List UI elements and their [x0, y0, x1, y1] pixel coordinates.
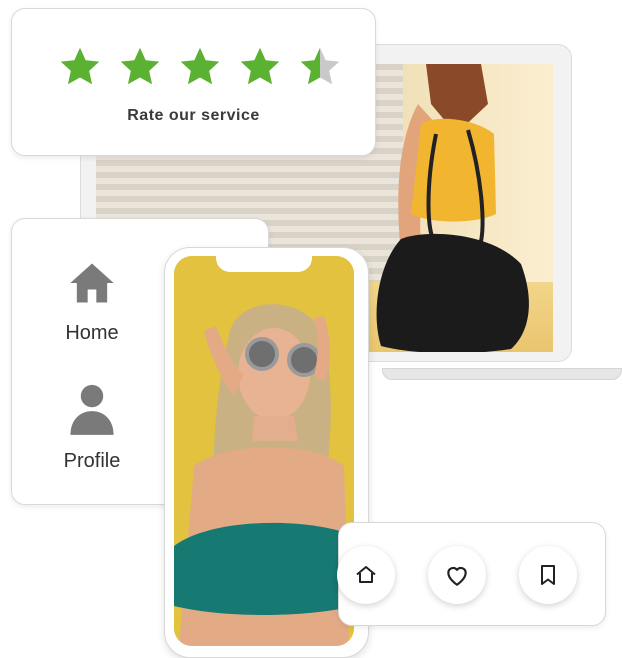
- bookmark-icon: [541, 565, 555, 585]
- woman-with-sunglasses-illustration: [174, 256, 354, 646]
- star-icon[interactable]: [178, 45, 222, 89]
- rating-card: Rate our service: [11, 8, 376, 156]
- home-icon: [70, 263, 114, 303]
- rating-label: Rate our service: [127, 107, 260, 124]
- star-icon[interactable]: [118, 45, 162, 89]
- nav-item-profile[interactable]: Profile: [12, 381, 172, 473]
- like-button[interactable]: [428, 546, 486, 604]
- laptop-base: [382, 368, 622, 380]
- profile-icon: [70, 384, 114, 435]
- phone-notch: [216, 250, 312, 272]
- nav-item-home[interactable]: Home: [12, 257, 172, 345]
- star-icon[interactable]: [238, 45, 282, 89]
- home-outline-icon: [356, 566, 376, 583]
- home-action-button[interactable]: [337, 546, 395, 604]
- half-star-icon[interactable]: [298, 45, 342, 89]
- phone-photo: [174, 256, 354, 646]
- star-rating[interactable]: [58, 45, 342, 89]
- star-icon[interactable]: [58, 45, 102, 89]
- nav-label-profile: Profile: [63, 450, 121, 472]
- bookmark-button[interactable]: [519, 546, 577, 604]
- nav-label-home: Home: [65, 322, 119, 344]
- heart-icon: [447, 566, 467, 586]
